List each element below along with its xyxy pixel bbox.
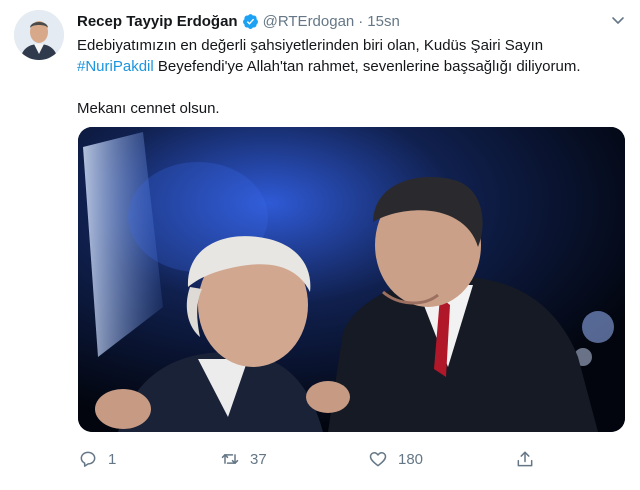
tweet-line-1: Edebiyatımızın en değerli şahsiyetlerind… <box>77 37 544 54</box>
heart-icon <box>369 452 387 467</box>
avatar-image <box>14 10 64 60</box>
author-handle[interactable]: @RTErdogan <box>263 13 355 30</box>
tweet-actions: 1 37 180 <box>78 449 548 471</box>
tweet-line-2-text: Beyefendi'ye Allah'tan rahmet, sevenleri… <box>153 58 581 75</box>
retweet-count: 37 <box>250 450 267 468</box>
timestamp[interactable]: 15sn <box>367 13 400 30</box>
photo-image <box>78 127 625 432</box>
tweet[interactable]: Recep Tayyip Erdoğan @RTErdogan · 15sn E… <box>0 0 640 490</box>
tweet-text: Edebiyatımızın en değerli şahsiyetlerind… <box>77 35 627 119</box>
reply-button[interactable]: 1 <box>78 449 116 469</box>
retweet-button[interactable]: 37 <box>220 449 267 469</box>
tweet-line-2: #NuriPakdil Beyefendi'ye Allah'tan rahme… <box>77 56 627 77</box>
like-count: 180 <box>398 450 424 468</box>
share-icon <box>517 451 533 467</box>
like-button[interactable]: 180 <box>368 449 423 469</box>
tweet-header: Recep Tayyip Erdoğan @RTErdogan · 15sn <box>77 11 400 31</box>
share-button[interactable] <box>515 449 535 469</box>
chevron-down-icon[interactable] <box>610 12 626 28</box>
reply-icon <box>80 451 96 467</box>
separator-dot: · <box>358 12 364 30</box>
hashtag-link[interactable]: #NuriPakdil <box>77 58 154 75</box>
verified-badge-icon <box>242 13 259 30</box>
tweet-photo[interactable] <box>78 127 625 432</box>
tweet-line-3: Mekanı cennet olsun. <box>77 100 220 117</box>
reply-count: 1 <box>108 450 117 468</box>
author-name[interactable]: Recep Tayyip Erdoğan <box>77 13 238 30</box>
avatar[interactable] <box>14 10 64 60</box>
retweet-icon <box>221 454 239 464</box>
